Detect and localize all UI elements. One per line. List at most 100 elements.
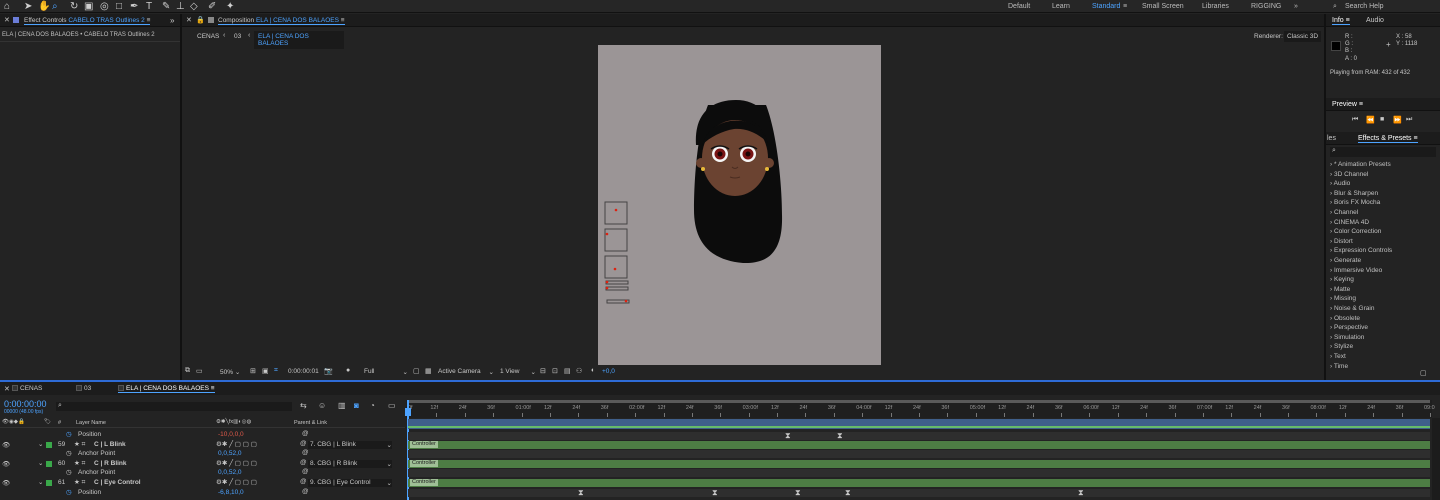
motion-blur-icon[interactable]: ◙	[354, 401, 359, 410]
timeline-tab-03[interactable]: 03	[76, 385, 91, 392]
stopwatch-icon[interactable]: ◷	[66, 468, 72, 476]
property-value[interactable]: 0,0,52,0	[218, 450, 242, 457]
prev-frame-icon[interactable]: ⏪	[1366, 116, 1375, 124]
effect-category-item[interactable]: › Expression Controls	[1330, 247, 1392, 254]
effect-category-item[interactable]: › Distort	[1330, 238, 1353, 245]
effect-category-item[interactable]: › Text	[1330, 353, 1346, 360]
visibility-eye-icon[interactable]: 👁	[2, 441, 10, 449]
layer-name[interactable]: C | R Blink	[94, 460, 127, 467]
property-row[interactable]: ◷ Position -10,0,0,0 @	[0, 430, 405, 440]
flow-cenas[interactable]: CENAS	[197, 33, 219, 40]
visibility-eye-icon[interactable]: 👁	[2, 479, 10, 487]
property-row[interactable]: ◷ Position -6,8,10,0 @	[0, 488, 405, 498]
rectangle-tool-icon[interactable]: □	[116, 1, 122, 12]
effect-category-item[interactable]: › Blur & Sharpen	[1330, 190, 1378, 197]
puppet-pin-icon[interactable]: ✦	[226, 1, 234, 12]
selection-tool-icon[interactable]: ➤	[24, 1, 32, 12]
grid-icon[interactable]: ⊞	[250, 367, 256, 375]
keyframe-icon[interactable]: ⧗	[795, 488, 801, 498]
renderer-button[interactable]: Classic 3D	[1284, 31, 1322, 42]
effect-category-item[interactable]: › Keying	[1330, 276, 1354, 283]
effect-category-item[interactable]: › Matte	[1330, 286, 1350, 293]
current-time-head[interactable]	[405, 408, 411, 416]
timeline-nav-icon[interactable]: ▭	[388, 401, 396, 410]
region-icon[interactable]: ⌗	[274, 367, 278, 375]
property-value[interactable]: -6,8,10,0	[218, 489, 244, 496]
timeline-search-input[interactable]: ⌕	[56, 402, 292, 411]
parent-select[interactable]: 7. CBG | L Blink ⌄	[308, 440, 392, 449]
stop-icon[interactable]: ■	[1380, 116, 1384, 123]
resolution-select[interactable]: Full ⌄	[364, 368, 408, 376]
panel-expand-icon[interactable]: »	[170, 16, 174, 25]
layer-row[interactable]: 👁 ⌄ 59 ★ ⌗ C | L Blink ⚙✱ ╱ ▢ ▢ ▢ @7. CBG | L …	[0, 440, 405, 450]
workspace-learn[interactable]: Learn	[1052, 3, 1070, 10]
preview-tab[interactable]: Preview ≡	[1332, 101, 1363, 108]
close-icon[interactable]: ✕	[186, 16, 192, 24]
effect-controls-tab[interactable]: Effect Controls CABELO TRAS Outlines 2 ≡	[24, 17, 151, 25]
workspace-default[interactable]: Default	[1008, 3, 1030, 10]
timeline-tab-cena-dos-balaoes[interactable]: ELA | CENA DOS BALAOES ≡	[118, 385, 215, 393]
camera-tool-icon[interactable]: ▣	[84, 1, 93, 12]
flowchart-icon[interactable]: ⚇	[576, 367, 582, 375]
pan-behind-tool-icon[interactable]: ◎	[100, 1, 109, 12]
stopwatch-icon[interactable]: ◷	[66, 449, 72, 457]
rotate-tool-icon[interactable]: ↻	[70, 1, 78, 12]
keyframe-icon[interactable]: ⧗	[578, 488, 584, 498]
parent-select[interactable]: 8. CBG | R Blink ⌄	[308, 459, 392, 468]
expand-arrow-icon[interactable]: ⌄	[38, 459, 43, 467]
workspace-rigging[interactable]: RIGGING	[1251, 3, 1281, 10]
composition-canvas[interactable]	[598, 45, 881, 365]
effect-category-item[interactable]: › Stylize	[1330, 343, 1353, 350]
audio-tab[interactable]: Audio	[1366, 17, 1384, 24]
frame-blending-icon[interactable]: ▥	[338, 401, 346, 410]
work-area-bar[interactable]	[408, 400, 1430, 403]
label-color-swatch[interactable]	[46, 441, 52, 448]
lock-icon[interactable]: 🔒	[196, 16, 205, 24]
roto-brush-icon[interactable]: ✐	[208, 1, 216, 12]
effect-category-item[interactable]: › 3D Channel	[1330, 171, 1368, 178]
workspace-small-screen[interactable]: Small Screen	[1142, 3, 1184, 10]
effects-search-input[interactable]: ⌕	[1330, 147, 1436, 157]
zoom-tool-icon[interactable]: ⌕	[52, 1, 58, 12]
effect-category-item[interactable]: › Simulation	[1330, 334, 1364, 341]
property-value[interactable]: -10,0,0,0	[218, 431, 244, 438]
keyframe-icon[interactable]: ⧗	[712, 488, 718, 498]
layer-bar-l-blink[interactable]	[408, 441, 1430, 449]
toggle-pixel-aspect-icon[interactable]: ⊟	[540, 367, 546, 375]
layer-bar-r-blink[interactable]	[408, 460, 1430, 468]
pickwhip-icon[interactable]: @	[300, 440, 307, 447]
exposure-value[interactable]: +0,0	[602, 368, 615, 375]
effect-category-item[interactable]: › Obsolete	[1330, 315, 1360, 322]
camera-select[interactable]: Active Camera ⌄	[438, 368, 494, 376]
pickwhip-icon[interactable]: @	[302, 468, 309, 475]
effect-category-item[interactable]: › Noise & Grain	[1330, 305, 1374, 312]
new-preset-icon[interactable]: ▢	[1420, 369, 1427, 377]
next-frame-icon[interactable]: ⏩	[1393, 116, 1402, 124]
timeline-scrollbar[interactable]	[1432, 418, 1440, 500]
effect-category-item[interactable]: › Channel	[1330, 209, 1358, 216]
effect-category-item[interactable]: › Color Correction	[1330, 228, 1381, 235]
more-workspaces-icon[interactable]: »	[1294, 3, 1298, 10]
hand-tool-icon[interactable]: ✋	[38, 1, 50, 12]
property-row[interactable]: ◷ Anchor Point 0,0,52,0 @	[0, 468, 405, 478]
effect-category-item[interactable]: › Generate	[1330, 257, 1361, 264]
clone-stamp-icon[interactable]: ⊥	[176, 1, 185, 12]
mask-icon[interactable]: ▣	[262, 367, 269, 375]
pickwhip-icon[interactable]: @	[300, 478, 307, 485]
stopwatch-icon[interactable]: ◷	[66, 488, 72, 496]
timeline-tab-cenas[interactable]: CENAS	[12, 385, 42, 392]
expand-arrow-icon[interactable]: ⌄	[38, 478, 43, 486]
roi-icon[interactable]: ▢	[413, 367, 420, 375]
last-frame-icon[interactable]: ⏭	[1406, 116, 1412, 124]
effect-category-item[interactable]: › Time	[1330, 363, 1348, 370]
layer-row[interactable]: 👁 ⌄ 60 ★ ⌗ C | R Blink ⚙✱ ╱ ▢ ▢ ▢ @8. CBG | R …	[0, 459, 405, 469]
workspace-libraries[interactable]: Libraries	[1202, 3, 1229, 10]
flow-03[interactable]: 03	[234, 33, 241, 40]
effect-category-item[interactable]: › Missing	[1330, 295, 1356, 302]
stopwatch-icon[interactable]: ◷	[66, 430, 72, 438]
label-color-swatch[interactable]	[46, 480, 52, 486]
layer-name[interactable]: C | Eye Control	[94, 479, 141, 486]
workspace-menu-icon[interactable]: ≡	[1123, 3, 1127, 10]
effect-category-item[interactable]: › Audio	[1330, 180, 1350, 187]
shy-layers-icon[interactable]: ☺	[318, 401, 326, 410]
